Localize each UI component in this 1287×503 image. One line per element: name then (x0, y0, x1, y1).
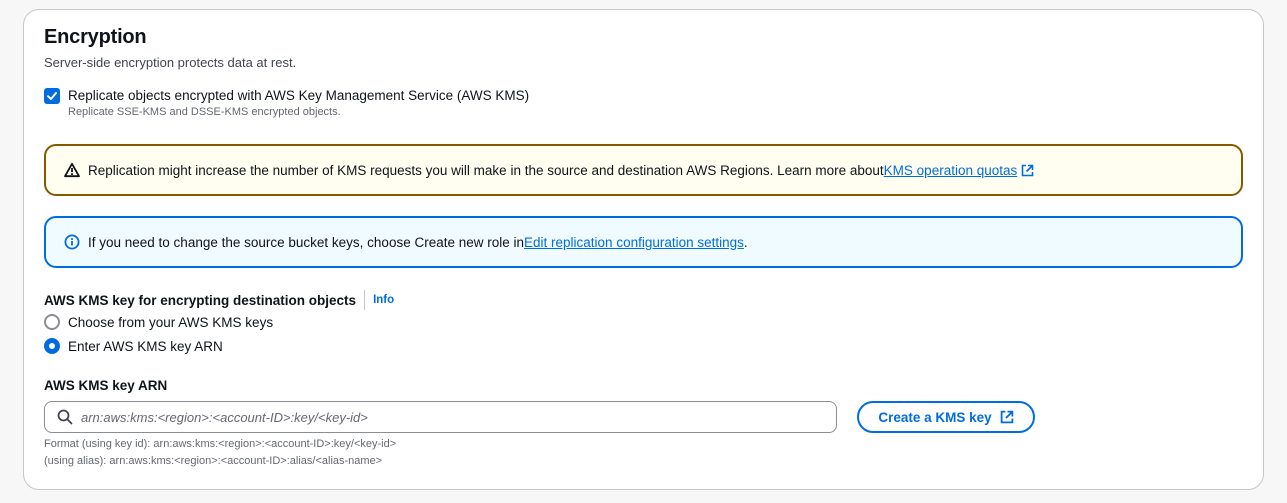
info-alert-text: If you need to change the source bucket … (88, 234, 525, 250)
section-title: Encryption (44, 26, 147, 48)
replicate-kms-label: Replicate objects encrypted with AWS Key… (68, 88, 530, 103)
warning-alert: Replication might increase the number of… (44, 144, 1243, 196)
create-kms-key-button[interactable]: Create a KMS key (857, 401, 1035, 433)
replicate-kms-checkbox[interactable] (44, 88, 60, 104)
radio-enter-arn[interactable]: Enter AWS KMS key ARN (44, 338, 223, 354)
search-icon (57, 409, 73, 425)
arn-input-container[interactable] (44, 401, 837, 433)
radio-choose-label: Choose from your AWS KMS keys (68, 314, 274, 330)
arn-format-hint-key-id: Format (using key id): arn:aws:kms:<regi… (44, 438, 397, 450)
radio-button-unchecked[interactable] (44, 314, 60, 330)
kms-quotas-link[interactable]: KMS operation quotas (884, 163, 1018, 178)
create-kms-key-label: Create a KMS key (878, 409, 992, 425)
info-icon (64, 234, 80, 250)
radio-button-checked[interactable] (44, 338, 60, 354)
check-icon (47, 92, 57, 100)
radio-enter-arn-label: Enter AWS KMS key ARN (68, 338, 223, 354)
replicate-kms-description: Replicate SSE-KMS and DSSE-KMS encrypted… (68, 106, 341, 118)
kms-key-label: AWS KMS key for encrypting destination o… (44, 292, 357, 308)
arn-field-label: AWS KMS key ARN (44, 378, 168, 393)
section-subtitle: Server-side encryption protects data at … (44, 55, 297, 70)
external-link-icon (1021, 164, 1034, 177)
arn-format-hint-alias: (using alias): arn:aws:kms:<region>:<acc… (44, 455, 383, 467)
arn-input[interactable] (81, 409, 801, 425)
info-alert-suffix: . (743, 234, 748, 250)
warning-icon (64, 162, 80, 178)
external-link-icon (1000, 410, 1014, 424)
replicate-kms-checkbox-row[interactable]: Replicate objects encrypted with AWS Key… (44, 87, 529, 118)
label-divider (364, 290, 366, 310)
info-link[interactable]: Info (373, 294, 394, 306)
radio-choose-from-keys[interactable]: Choose from your AWS KMS keys (44, 314, 273, 330)
encryption-panel: Encryption Server-side encryption protec… (23, 9, 1264, 490)
kms-key-field-label: AWS KMS key for encrypting destination o… (44, 290, 394, 310)
edit-replication-settings-link[interactable]: Edit replication configuration settings (524, 235, 744, 250)
info-alert: If you need to change the source bucket … (44, 216, 1243, 268)
warning-alert-text: Replication might increase the number of… (88, 162, 884, 178)
